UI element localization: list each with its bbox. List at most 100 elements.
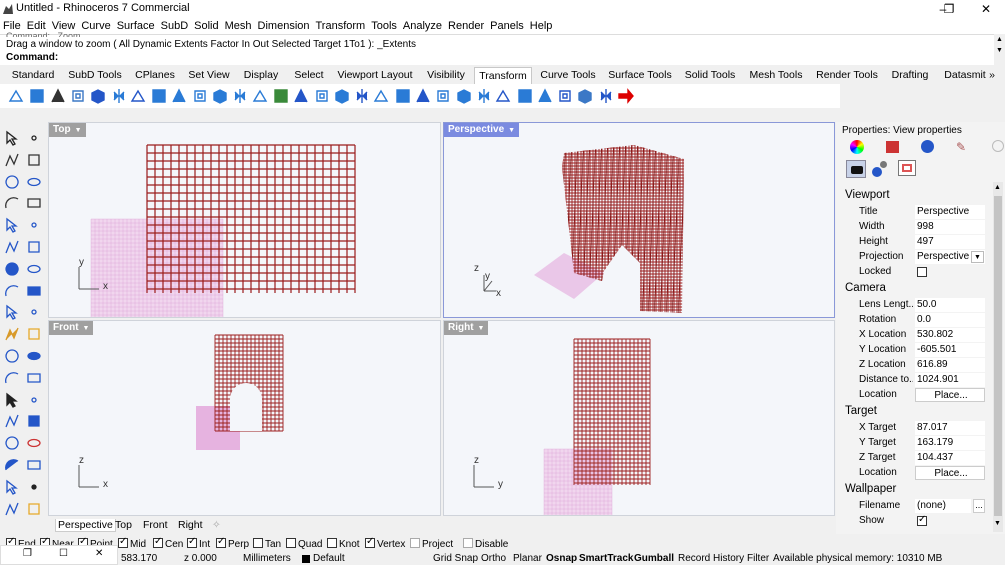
menu-dimension[interactable]: Dimension — [255, 18, 313, 34]
cage-icon[interactable] — [414, 87, 432, 105]
bend-icon[interactable] — [252, 87, 270, 105]
chevron-down-icon[interactable]: ▼ — [508, 124, 515, 138]
viewport-front[interactable]: z x Front ▼ — [48, 320, 441, 516]
arrow-icon[interactable] — [617, 87, 635, 105]
extrude-icon[interactable] — [4, 261, 20, 277]
status-planar[interactable]: Planar — [513, 553, 542, 564]
orient-icon[interactable] — [130, 87, 148, 105]
material-icon[interactable] — [886, 141, 899, 153]
tab-transform[interactable]: Transform — [474, 67, 532, 84]
camera-icon[interactable] — [846, 160, 866, 178]
tab-mesh-tools[interactable]: Mesh Tools — [748, 67, 804, 84]
osnap-vertex[interactable]: Vertex — [365, 536, 405, 550]
tab-visibility[interactable]: Visibility — [424, 67, 468, 84]
box-edit-icon[interactable] — [89, 87, 107, 105]
boolean-icon[interactable] — [536, 87, 554, 105]
status-filter[interactable]: Filter — [747, 553, 769, 564]
menu-transform[interactable]: Transform — [313, 18, 369, 34]
checkbox-icon[interactable] — [463, 538, 473, 548]
mirror-icon[interactable] — [110, 87, 128, 105]
viewport-right[interactable]: z y Right ▼ — [443, 320, 835, 516]
viewport-label-top[interactable]: Top ▼ — [49, 123, 86, 137]
more-tabs-icon[interactable]: » — [986, 67, 998, 84]
loft-icon[interactable] — [26, 261, 42, 277]
array-polar-icon[interactable] — [191, 87, 209, 105]
tab-set-view[interactable]: Set View — [186, 67, 232, 84]
scroll-down-icon[interactable]: ▼ — [994, 520, 1001, 527]
twist-icon[interactable] — [231, 87, 249, 105]
chevron-down-icon[interactable]: ▼ — [971, 251, 984, 263]
array-icon[interactable] — [170, 87, 188, 105]
transform-icon[interactable] — [495, 87, 513, 105]
checkbox-icon[interactable] — [153, 536, 163, 548]
menu-help[interactable]: Help — [527, 18, 556, 34]
add-viewport-tab-icon[interactable]: ✧ — [212, 519, 221, 531]
status-gumball[interactable]: Gumball — [634, 553, 674, 564]
z-target-field[interactable]: 104.437 — [915, 451, 985, 465]
width-field[interactable]: 998 — [915, 220, 985, 234]
tab-subd-tools[interactable]: SubD Tools — [66, 67, 124, 84]
point-icon[interactable] — [26, 130, 42, 146]
cylinder-icon[interactable] — [4, 304, 20, 321]
tab-curve-tools[interactable]: Curve Tools — [540, 67, 596, 84]
locked-checkbox[interactable] — [917, 267, 927, 277]
menu-curve[interactable]: Curve — [78, 18, 113, 34]
ellipse-icon[interactable] — [26, 174, 42, 190]
tab-cplanes[interactable]: CPlanes — [134, 67, 176, 84]
y-target-field[interactable]: 163.179 — [915, 436, 985, 450]
scroll-down-icon[interactable]: ▼ — [996, 47, 1003, 54]
menu-render[interactable]: Render — [445, 18, 487, 34]
polygon-icon[interactable] — [26, 152, 42, 168]
group-icon[interactable] — [4, 413, 20, 429]
wallpaper-icon[interactable] — [898, 160, 916, 176]
vptab-front[interactable]: Front — [143, 519, 168, 531]
layer-icon[interactable] — [26, 479, 42, 495]
arc-icon[interactable] — [4, 195, 20, 211]
osnap-mid[interactable]: Mid — [118, 536, 146, 550]
menu-mesh[interactable]: Mesh — [222, 18, 255, 34]
lens-length-field[interactable]: 50.0 — [915, 298, 985, 312]
osnap-project[interactable]: Project — [410, 538, 453, 550]
menu-tools[interactable]: Tools — [368, 18, 400, 34]
status-units[interactable]: Millimeters — [243, 553, 291, 564]
tab-display[interactable]: Display — [242, 67, 280, 84]
surface-edge-icon[interactable] — [26, 239, 42, 255]
curve-point-icon[interactable] — [4, 217, 20, 234]
osnap-knot[interactable]: Knot — [327, 538, 360, 550]
status-layer[interactable]: Default — [313, 553, 345, 564]
tab-standard[interactable]: Standard — [10, 67, 56, 84]
viewport-label-right[interactable]: Right ▼ — [444, 321, 489, 335]
properties-scrollbar[interactable]: ▲ ▼ — [993, 182, 1003, 532]
scale-icon[interactable] — [69, 87, 87, 105]
transform-icon[interactable] — [26, 501, 42, 517]
rotation-field[interactable]: 0.0 — [915, 313, 985, 327]
chevron-down-icon[interactable]: ▼ — [83, 322, 90, 336]
status-osnap[interactable]: Osnap — [546, 553, 577, 564]
menu-panels[interactable]: Panels — [487, 18, 527, 34]
z-location-field[interactable]: 616.89 — [915, 358, 985, 372]
tab-surface-tools[interactable]: Surface Tools — [608, 67, 672, 84]
tab-viewport-layout[interactable]: Viewport Layout — [336, 67, 414, 84]
help-icon[interactable] — [992, 140, 1004, 152]
rectangle-icon[interactable] — [26, 195, 42, 211]
checkbox-icon[interactable] — [410, 538, 420, 548]
unwrap-icon[interactable] — [556, 87, 574, 105]
rotate-3d-icon[interactable] — [211, 87, 229, 105]
taper-icon[interactable] — [272, 87, 290, 105]
maximize-button[interactable]: ❐ — [934, 0, 964, 18]
checkbox-icon[interactable] — [253, 538, 263, 548]
select-arrow-icon[interactable] — [4, 130, 20, 146]
vptab-perspective[interactable]: Perspective — [55, 519, 116, 532]
viewport-label-perspective[interactable]: Perspective ▼ — [444, 123, 520, 138]
trim-icon[interactable] — [26, 348, 42, 364]
filename-field[interactable]: (none) — [915, 499, 971, 513]
move-icon[interactable] — [4, 501, 20, 517]
menu-solid[interactable]: Solid — [191, 18, 221, 34]
checkbox-icon[interactable] — [187, 536, 197, 548]
align-icon[interactable] — [150, 87, 168, 105]
array-along-icon[interactable] — [516, 87, 534, 105]
height-field[interactable]: 497 — [915, 235, 985, 249]
solid-box-icon[interactable] — [4, 283, 20, 299]
scroll-up-icon[interactable]: ▲ — [994, 184, 1001, 191]
checkbox-icon[interactable] — [216, 536, 226, 548]
